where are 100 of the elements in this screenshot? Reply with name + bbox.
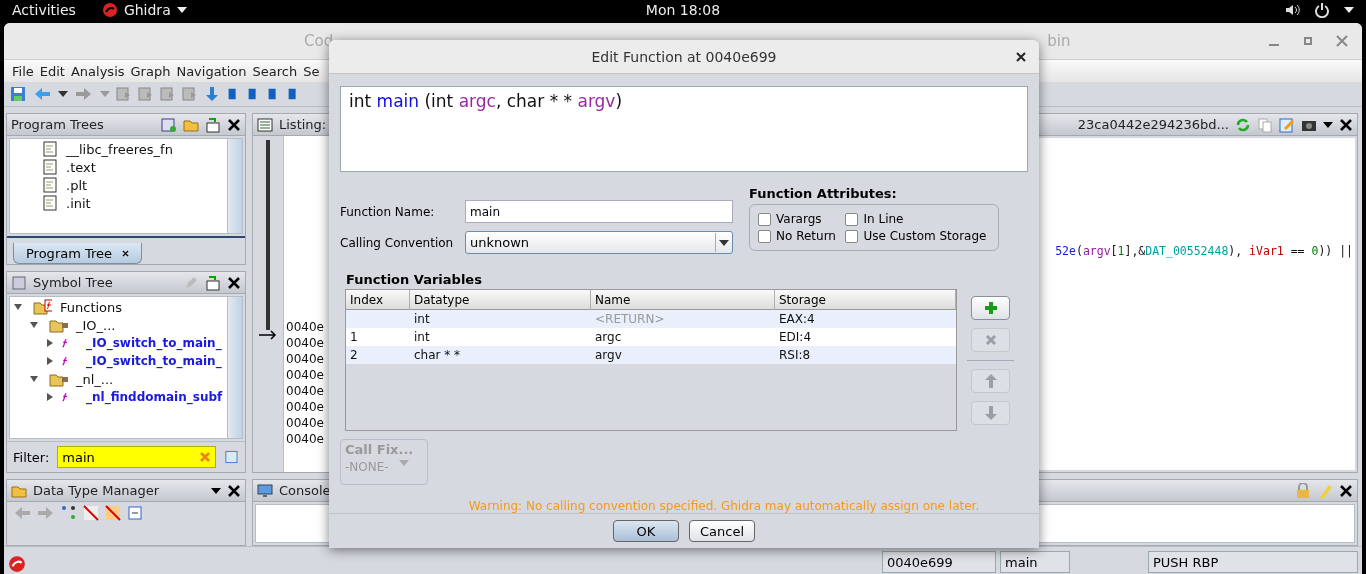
collapsed-icon[interactable] xyxy=(46,339,54,347)
collapse-icon[interactable] xyxy=(127,505,143,521)
edit-icon[interactable] xyxy=(1279,116,1295,133)
panel-tab[interactable]: Program Tree xyxy=(13,243,143,264)
document-icon xyxy=(42,141,58,157)
system-menu-caret-icon xyxy=(1344,7,1354,13)
column-header[interactable]: Index xyxy=(346,290,410,311)
folder-icon xyxy=(46,317,68,333)
tree-item[interactable]: .init xyxy=(66,195,91,211)
address: 0040e xyxy=(285,400,324,416)
status-address: 0040e699 xyxy=(882,551,996,573)
checkbox-label: Varargs xyxy=(776,212,822,227)
collapsed-icon[interactable] xyxy=(46,357,54,365)
clear-icon[interactable] xyxy=(199,451,212,463)
tree-item[interactable]: .plt xyxy=(66,177,88,193)
close-icon[interactable] xyxy=(227,483,241,498)
new-tree-icon[interactable] xyxy=(161,116,177,133)
calling-convention-select[interactable]: unknown xyxy=(465,231,733,255)
column-header[interactable]: Datatype xyxy=(410,290,591,311)
signature-editor[interactable]: int main (int argc, char * * argv) xyxy=(340,86,1028,173)
close-icon[interactable] xyxy=(122,249,130,257)
lock-icon[interactable] xyxy=(1295,482,1311,499)
filter-label: Filter: xyxy=(13,449,50,465)
scrollbar[interactable] xyxy=(227,139,242,233)
collapsed-icon[interactable] xyxy=(46,393,54,401)
filter-options-icon[interactable] xyxy=(224,449,239,465)
merge-icon[interactable] xyxy=(205,274,221,291)
folder-name[interactable]: _nl_... xyxy=(76,371,114,387)
function-name[interactable]: _nl_finddomain_subf xyxy=(86,390,223,404)
filter-field[interactable]: main xyxy=(57,446,217,468)
address: 0040e xyxy=(285,368,324,384)
close-icon[interactable] xyxy=(227,275,241,290)
no-pointer-icon[interactable] xyxy=(105,505,121,521)
warning-message: Warning: No calling convention specified. Ghidra may automatically assign one later. xyxy=(467,499,980,514)
expanded-icon[interactable] xyxy=(30,321,38,329)
scrollbar[interactable] xyxy=(227,297,242,438)
volume-icon[interactable] xyxy=(1284,2,1300,18)
group-title: Function Attributes: xyxy=(749,186,898,202)
checkbox[interactable] xyxy=(758,229,771,243)
checkbox[interactable] xyxy=(845,212,859,226)
app-menu[interactable]: Ghidra xyxy=(123,2,171,18)
code-line: 52e(argv[1],&DAT_00552448), iVar1 == 0)) || xyxy=(1055,244,1353,258)
expanded-icon[interactable] xyxy=(14,303,22,311)
function-name[interactable]: _IO_switch_to_main_ xyxy=(86,336,222,350)
column-header[interactable]: Storage xyxy=(775,290,956,311)
function-name-field[interactable]: main xyxy=(465,200,733,224)
checkbox[interactable] xyxy=(758,212,771,226)
add-button[interactable] xyxy=(971,296,1010,321)
menu-item[interactable]: File xyxy=(12,63,34,79)
column-header[interactable]: Name xyxy=(591,290,775,311)
power-icon[interactable] xyxy=(1314,2,1330,18)
menu-item[interactable]: Graph xyxy=(130,63,171,79)
up-arrow-icon xyxy=(984,374,997,389)
cancel-button[interactable]: Cancel xyxy=(689,520,755,542)
close-icon[interactable] xyxy=(1339,117,1353,132)
clock[interactable]: Mon 18:08 xyxy=(645,2,721,18)
listing-icon xyxy=(257,116,273,133)
activities-button[interactable]: Activities xyxy=(12,2,76,18)
menu-item[interactable]: Edit xyxy=(39,63,65,79)
tree-item[interactable]: __libc_freeres_fn xyxy=(66,141,173,157)
maximize-icon[interactable] xyxy=(1302,35,1314,47)
refresh-icon[interactable] xyxy=(1235,116,1251,133)
document-icon xyxy=(42,177,58,193)
panel-title: Data Type Manager xyxy=(33,483,160,498)
field-label: Function Name: xyxy=(340,204,436,219)
expanded-icon[interactable] xyxy=(30,375,38,383)
folder-name[interactable]: _IO_... xyxy=(76,317,116,333)
merge-icon[interactable] xyxy=(205,116,221,133)
menu-item[interactable]: Analysis xyxy=(70,63,125,79)
address: 0040e xyxy=(285,320,324,336)
address: 0040e xyxy=(285,336,324,352)
no-filter-icon[interactable] xyxy=(83,505,99,521)
folder-icon xyxy=(46,371,68,387)
table-cell-text: 2 xyxy=(349,347,359,365)
down-arrow-icon xyxy=(984,406,997,421)
folder-name[interactable]: Functions xyxy=(60,299,123,315)
field-label: Calling Convention xyxy=(340,235,455,250)
close-icon[interactable] xyxy=(227,117,241,132)
dialog-title: Edit Function at 0040e699 xyxy=(591,48,777,65)
tree-item[interactable]: .text xyxy=(66,159,96,175)
copy-icon[interactable] xyxy=(1257,116,1273,133)
monitor-icon xyxy=(257,482,273,499)
function-name[interactable]: _IO_switch_to_main_ xyxy=(86,354,222,368)
address: 0040e xyxy=(285,416,324,432)
nodes-icon[interactable] xyxy=(61,505,77,521)
table-cell-text: EDI:4 xyxy=(778,329,813,347)
document-icon xyxy=(42,195,58,211)
save-icon[interactable] xyxy=(10,86,26,102)
panel-title: Program Trees xyxy=(11,117,104,132)
address: 0040e xyxy=(285,432,324,448)
ok-button[interactable]: OK xyxy=(613,520,679,542)
menu-item[interactable]: Search xyxy=(252,63,298,79)
document-icon xyxy=(42,159,58,175)
close-icon[interactable] xyxy=(1339,483,1353,498)
checkbox[interactable] xyxy=(845,229,859,243)
down-arrow-icon[interactable] xyxy=(204,86,220,102)
menu-item[interactable]: Navigation xyxy=(176,63,247,79)
caret-icon xyxy=(398,460,409,467)
menu-item[interactable]: Se xyxy=(303,63,320,79)
plus-icon xyxy=(983,301,998,316)
